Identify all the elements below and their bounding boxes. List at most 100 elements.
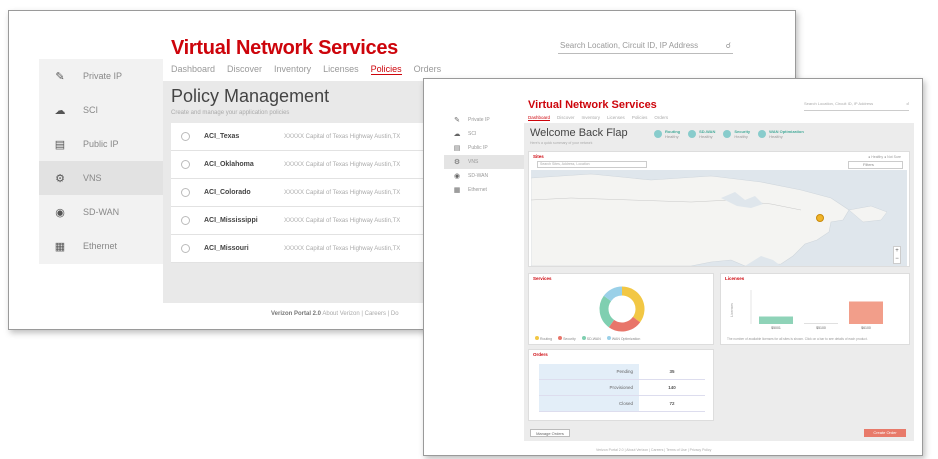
table-row[interactable]: ACI_Oklahoma XXXXX Capital of Texas Highw… [171, 151, 461, 179]
zoom-control[interactable]: + − [893, 246, 901, 264]
sidebar-item-label: SCI [468, 131, 477, 137]
page-subtitle: Create and manage your application polic… [171, 110, 290, 116]
site-marker-icon[interactable] [816, 214, 824, 222]
sidebar-item-ethernet[interactable]: ▦ Ethernet [39, 229, 163, 263]
table-row[interactable]: ACI_Texas XXXXX Capital of Texas Highway … [171, 123, 461, 151]
panel-header: Licenses [725, 276, 745, 281]
map-filter-select[interactable]: Filters [848, 161, 903, 169]
sidebar-item-sci[interactable]: ☁ SCI [39, 93, 163, 127]
table-row[interactable]: Provisioned 140 [539, 380, 705, 396]
sidebar-item-label: VNS [468, 159, 479, 165]
policy-address: XXXXX Capital of Texas Highway Austin,TX [284, 189, 401, 196]
sidebar-item-label: SD-WAN [468, 173, 489, 179]
row-radio[interactable] [181, 216, 190, 225]
footer[interactable]: Verizon Portal 2.0 | About Verizon | Car… [596, 448, 711, 452]
health-stat[interactable]: SD-WAN Healthy [688, 129, 715, 139]
dashboard-window: ✎ Private IP ☁ SCI ▤ Public IP ⚙ VNS ◉ SD-WAN ▦ Eth… [423, 78, 923, 456]
sidebar-item-vns[interactable]: ⚙ VNS [444, 155, 530, 169]
map-search-input[interactable]: Search Sites, Address, Location [537, 161, 647, 168]
sidebar-item-sd-wan[interactable]: ◉ SD-WAN [39, 195, 163, 229]
globe-icon: ◉ [55, 206, 65, 219]
legend-label: Security [563, 337, 576, 341]
policy-table: ACI_Texas XXXXX Capital of Texas Highway … [171, 123, 461, 263]
create-order-button[interactable]: Create Order [864, 429, 906, 437]
map-legend: ● Healthy ● Not Sure [868, 155, 901, 159]
order-status-label: Pending [539, 364, 639, 379]
nav-tabs: Dashboard Discover Inventory Licenses Polici… [171, 64, 441, 75]
sidebar-item-vns[interactable]: ⚙ VNS [39, 161, 163, 195]
welcome-heading: Welcome Back Flap [530, 127, 628, 139]
donut-slice-security[interactable] [608, 316, 641, 332]
services-legend: Routing Security SD-WAN WAN Optimization [535, 336, 640, 341]
health-stat[interactable]: WAN Optimization Healthy [758, 129, 804, 139]
legend-label: WAN Optimization [611, 337, 641, 341]
search-input[interactable]: Search Location, Circuit ID, IP Address … [804, 101, 909, 111]
footer-links[interactable]: About Verizon | Careers | Do [322, 311, 398, 317]
sidebar-item-private-ip[interactable]: ✎ Private IP [39, 59, 163, 93]
donut-slice-sd-wan[interactable] [599, 295, 615, 328]
tab-dashboard[interactable]: Dashboard [171, 64, 215, 75]
tab-licenses[interactable]: Licenses [323, 64, 359, 75]
globe-icon: ◉ [453, 173, 461, 180]
cloud-icon: ☁ [54, 104, 66, 117]
panel-header: Services [533, 276, 552, 281]
tab-policies[interactable]: Policies [632, 115, 648, 121]
table-row[interactable]: ACI_Missouri XXXXX Capital of Texas Highw… [171, 235, 461, 263]
donut-slice-routing[interactable] [621, 286, 645, 323]
licenses-bar-chart[interactable]: Licenses $5001 $5100 $6100 [725, 284, 905, 334]
welcome-subtitle: Here's a quick summary of your network [530, 141, 593, 145]
server-icon: ▤ [453, 145, 461, 152]
order-count: 140 [668, 385, 676, 390]
tab-policies[interactable]: Policies [370, 64, 402, 75]
nav-tabs: Dashboard Discover Inventory Licenses Polici… [528, 115, 668, 121]
search-icon[interactable]: ☌ [906, 101, 909, 110]
license-bar[interactable] [849, 301, 883, 325]
sidebar-item-sci[interactable]: ☁ SCI [444, 127, 530, 141]
sidebar-item-label: SCI [83, 105, 99, 115]
services-donut-chart[interactable] [587, 284, 657, 334]
status-icon [688, 130, 697, 138]
zoom-in-button[interactable]: + [894, 247, 900, 255]
panel-header: Orders [533, 352, 548, 357]
tab-discover[interactable]: Discover [227, 64, 262, 75]
sites-map-panel: Sites ● Healthy ● Not Sure Search Sites,… [528, 151, 910, 267]
table-row[interactable]: Pending 35 [539, 364, 705, 380]
sidebar-item-public-ip[interactable]: ▤ Public IP [39, 127, 163, 161]
sidebar-item-label: SD-WAN [83, 207, 120, 217]
tab-orders[interactable]: Orders [414, 64, 442, 75]
tab-inventory[interactable]: Inventory [582, 115, 601, 121]
sidebar-item-ethernet[interactable]: ▦ Ethernet [444, 183, 530, 197]
table-row[interactable]: ACI_Colorado XXXXX Capital of Texas Highw… [171, 179, 461, 207]
health-stat[interactable]: Routing Healthy [654, 129, 680, 139]
policy-name: ACI_Mississippi [204, 217, 258, 224]
license-bar[interactable] [759, 316, 793, 325]
sidebar-item-public-ip[interactable]: ▤ Public IP [444, 141, 530, 155]
table-row[interactable]: Closed 72 [539, 396, 705, 412]
zoom-out-button[interactable]: − [894, 255, 900, 263]
license-bar[interactable] [804, 323, 838, 324]
sidebar-item-sd-wan[interactable]: ◉ SD-WAN [444, 169, 530, 183]
tab-dashboard[interactable]: Dashboard [528, 115, 551, 121]
search-input[interactable]: Search Location, Circuit ID, IP Address … [558, 38, 733, 54]
table-row[interactable]: ACI_Mississippi XXXXX Capital of Texas Hi… [171, 207, 461, 235]
tab-orders[interactable]: Orders [654, 115, 668, 121]
tab-inventory[interactable]: Inventory [274, 64, 311, 75]
tab-licenses[interactable]: Licenses [607, 115, 625, 121]
wrench-icon: ✎ [454, 117, 460, 124]
search-icon[interactable]: ☌ [726, 41, 731, 50]
search-placeholder: Search Location, Circuit ID, IP Address [804, 101, 874, 106]
row-radio[interactable] [181, 132, 190, 141]
tab-discover[interactable]: Discover [557, 115, 575, 121]
map[interactable]: + − [531, 170, 907, 266]
donut-slice-wan-optimization[interactable] [603, 286, 623, 302]
row-radio[interactable] [181, 188, 190, 197]
stat-status: Healthy [734, 134, 748, 139]
sidebar-item-private-ip[interactable]: ✎ Private IP [444, 113, 530, 127]
row-radio[interactable] [181, 244, 190, 253]
legend-item: WAN Optimization [606, 336, 641, 341]
manage-orders-button[interactable]: Manage Orders [530, 429, 570, 437]
legend-item: Routing [535, 336, 552, 341]
row-radio[interactable] [181, 160, 190, 169]
health-stat[interactable]: Security Healthy [723, 129, 750, 139]
dashboard-content: Welcome Back Flap Here's a quick summary… [524, 123, 914, 441]
